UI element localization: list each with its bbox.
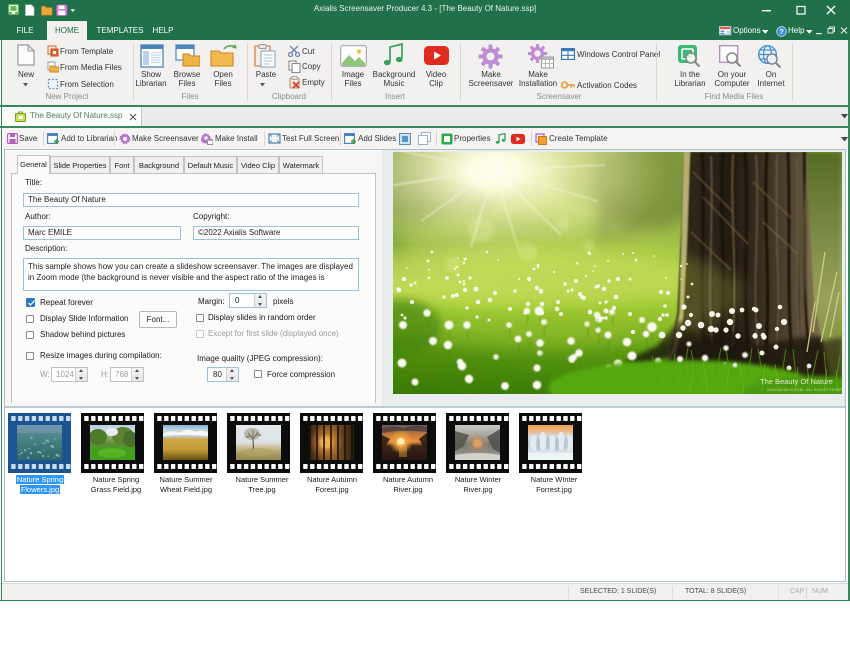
svg-text:?: ? — [779, 27, 784, 36]
svg-text:The Beauty Of Nature: The Beauty Of Nature — [760, 377, 833, 386]
svg-text:WWW.AXIALIS.COM - ALL RIGHTS R: WWW.AXIALIS.COM - ALL RIGHTS RESERVED — [767, 388, 842, 392]
